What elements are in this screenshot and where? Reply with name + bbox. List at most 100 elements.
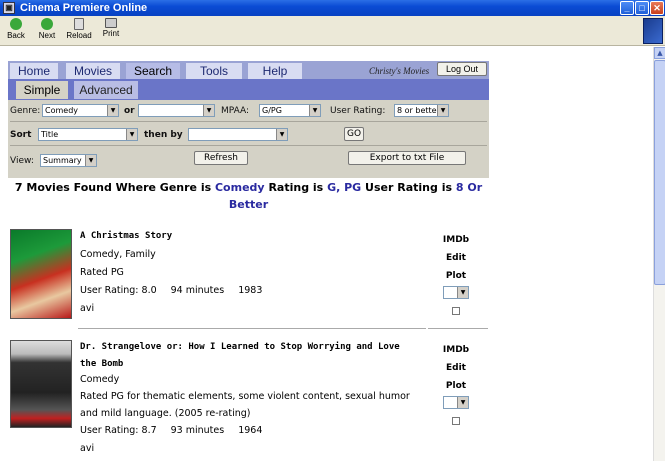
sort-select-value: Title [41,130,59,139]
reload-icon [74,18,84,30]
movie-option-select[interactable]: ▼ [443,286,469,299]
row-separator [78,328,426,329]
movie-rated: Rated PG for thematic elements, some vio… [80,391,410,419]
window-title: Cinema Premiere Online [20,2,148,14]
panel-divider [10,121,487,122]
scroll-up-arrow-icon[interactable]: ▲ [654,47,665,59]
plot-link[interactable]: Plot [426,267,486,285]
results-genre: Comedy [214,181,265,194]
tab-help[interactable]: Help [248,63,302,79]
search-panel: Genre: Comedy ▼ or ▼ MPAA: G/PG ▼ User R… [8,100,489,178]
then-by-select[interactable]: ▼ [188,128,288,141]
user-rating-select[interactable]: 8 or better ▼ [394,104,449,117]
genre-label: Genre: [10,106,41,116]
sort-label: Sort [10,130,32,140]
movie-actions: IMDb Edit Plot ▼ [426,231,486,315]
chevron-down-icon: ▼ [107,105,118,116]
back-arrow-icon [10,18,22,30]
movie-option-select[interactable]: ▼ [443,396,469,409]
view-select[interactable]: Summary ▼ [40,154,97,167]
or-label: or [124,106,135,116]
forward-arrow-icon [41,18,53,30]
close-button[interactable]: ✕ [650,1,664,15]
genre2-select[interactable]: ▼ [138,104,215,117]
chevron-down-icon: ▼ [309,105,320,116]
back-label: Back [7,31,25,40]
window-title-bar: ▣ Cinema Premiere Online _ □ ✕ [0,0,665,16]
movie-poster[interactable] [10,229,72,319]
page-content: Home Movies Search Tools Help Christy's … [8,47,653,461]
movie-genres: Comedy, Family [80,249,156,260]
maximize-button[interactable]: □ [635,1,649,15]
mpaa-select[interactable]: G/PG ▼ [259,104,321,117]
chevron-down-icon: ▼ [276,129,287,140]
results-ratings: G, PG [327,181,362,194]
subtab-advanced[interactable]: Advanced [74,81,138,99]
genre-select-value: Comedy [45,106,79,115]
refresh-button[interactable]: Refresh [194,151,248,165]
user-rating-label: User Rating: [330,106,386,116]
movie-format: avi [80,443,95,454]
imdb-link[interactable]: IMDb [426,231,486,249]
reload-label: Reload [66,31,92,40]
logout-button[interactable]: Log Out [437,62,487,76]
results-count: 7 [14,181,23,194]
tab-movies[interactable]: Movies [66,63,120,79]
back-button[interactable]: Back [1,18,31,40]
movie-stats: User Rating: 8.0 94 minutes 1983 [80,282,276,299]
subtab-simple[interactable]: Simple [16,81,68,99]
movie-title[interactable]: A Christmas Story [80,228,420,245]
movie-rated: Rated PG [80,267,124,278]
edit-link[interactable]: Edit [426,359,486,377]
user-name: Christy's Movies [369,66,430,76]
results-text-2: Rating is [268,181,324,194]
app-icon: ▣ [3,2,15,14]
printer-icon [105,18,117,28]
movie-title[interactable]: Dr. Strangelove or: How I Learned to Sto… [80,339,420,373]
movie-select-checkbox[interactable] [452,417,460,425]
chevron-down-icon: ▼ [457,287,468,298]
chevron-down-icon: ▼ [437,105,448,116]
export-button[interactable]: Export to txt File [348,151,466,165]
view-label: View: [10,156,34,166]
tab-tools[interactable]: Tools [186,63,242,79]
vertical-scrollbar[interactable]: ▲ [653,47,665,461]
movie-runtime: 93 minutes [170,425,225,436]
tab-home[interactable]: Home [10,63,58,79]
movie-actions: IMDb Edit Plot ▼ [426,341,486,425]
movie-user-rating: User Rating: 8.7 [80,425,157,436]
user-rating-select-value: 8 or better [397,106,440,115]
imdb-link[interactable]: IMDb [426,341,486,359]
sort-select[interactable]: Title ▼ [38,128,138,141]
minimize-button[interactable]: _ [620,1,634,15]
movie-format: avi [80,303,95,314]
genre-select[interactable]: Comedy ▼ [42,104,119,117]
browser-toolbar: Back Next Reload Print [0,16,665,46]
edit-link[interactable]: Edit [426,249,486,267]
results-text-3: User Rating is [365,181,453,194]
row-separator [428,328,488,329]
reload-button[interactable]: Reload [64,18,94,40]
mpaa-label: MPAA: [221,106,250,116]
panel-divider [10,145,487,146]
chevron-down-icon: ▼ [126,129,137,140]
movie-year: 1964 [238,425,263,436]
print-label: Print [102,29,120,38]
next-button[interactable]: Next [32,18,62,40]
movie-stats: User Rating: 8.7 93 minutes 1964 [80,422,276,439]
scrollbar-thumb[interactable] [654,60,665,285]
tab-search[interactable]: Search [126,63,180,79]
chevron-down-icon: ▼ [203,105,214,116]
results-summary: 7 Movies Found Where Genre is Comedy Rat… [8,179,489,213]
print-button[interactable]: Print [96,18,126,38]
chevron-down-icon: ▼ [85,155,96,166]
brand-logo-icon [643,18,663,44]
plot-link[interactable]: Plot [426,377,486,395]
movie-year: 1983 [238,285,263,296]
next-label: Next [38,31,56,40]
movie-select-checkbox[interactable] [452,307,460,315]
then-by-label: then by [144,130,183,140]
movie-genres: Comedy [80,374,120,385]
movie-poster[interactable] [10,340,72,428]
go-button[interactable]: GO [344,127,364,141]
